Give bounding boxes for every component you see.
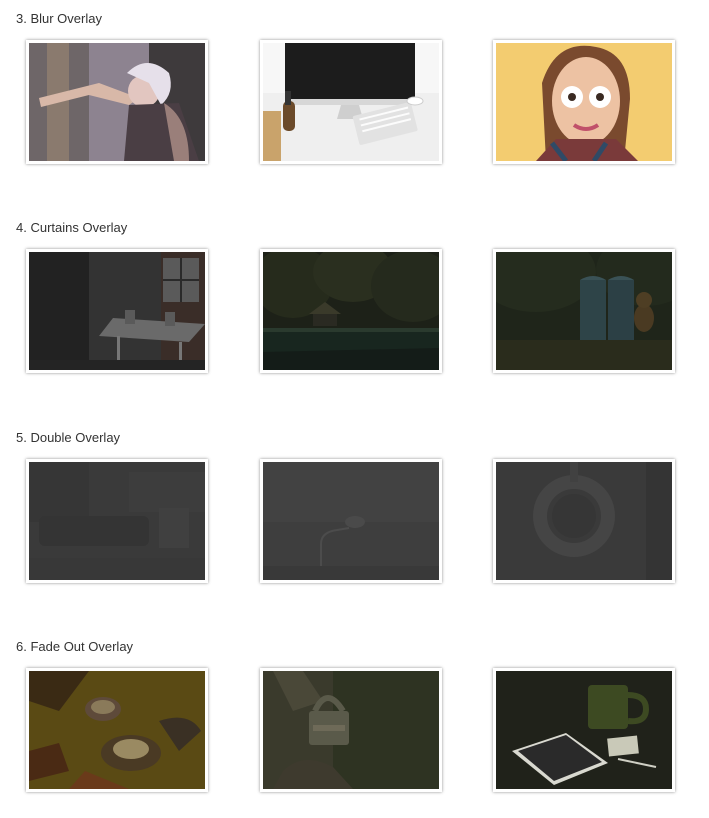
candles-photo — [29, 671, 205, 789]
section-title: 4. Curtains Overlay — [16, 220, 128, 235]
gallery-thumb-tablet-mug[interactable] — [493, 668, 675, 792]
gallery-thumb-street-lamp[interactable] — [260, 459, 442, 583]
section-title: 6. Fade Out Overlay — [16, 639, 134, 654]
gallery-thumb-meeting-room[interactable] — [26, 249, 208, 373]
gallery-thumb-woman-tattoo[interactable] — [26, 40, 208, 164]
gallery-thumb-padlock[interactable] — [260, 668, 442, 792]
portable-toilets-photo — [496, 252, 672, 370]
living-room-photo — [29, 462, 205, 580]
gallery-thumb-wreath[interactable] — [493, 459, 675, 583]
desk-imac-photo — [263, 43, 439, 161]
park-pavilion-photo — [263, 252, 439, 370]
section-title: 3. Blur Overlay — [16, 11, 102, 26]
surprised-woman-photo — [496, 43, 672, 161]
section-title: 5. Double Overlay — [16, 430, 121, 445]
gallery-thumb-park-pavilion[interactable] — [260, 249, 442, 373]
woman-tattoo-photo — [29, 43, 205, 161]
wreath-photo — [496, 462, 672, 580]
tablet-mug-photo — [496, 671, 672, 789]
gallery-thumb-portable-toilets[interactable] — [493, 249, 675, 373]
padlock-photo — [263, 671, 439, 789]
gallery-thumb-surprised-woman[interactable] — [493, 40, 675, 164]
gallery-thumb-desk-imac[interactable] — [260, 40, 442, 164]
gallery-thumb-living-room[interactable] — [26, 459, 208, 583]
gallery-thumb-candles[interactable] — [26, 668, 208, 792]
street-lamp-photo — [263, 462, 439, 580]
meeting-room-photo — [29, 252, 205, 370]
